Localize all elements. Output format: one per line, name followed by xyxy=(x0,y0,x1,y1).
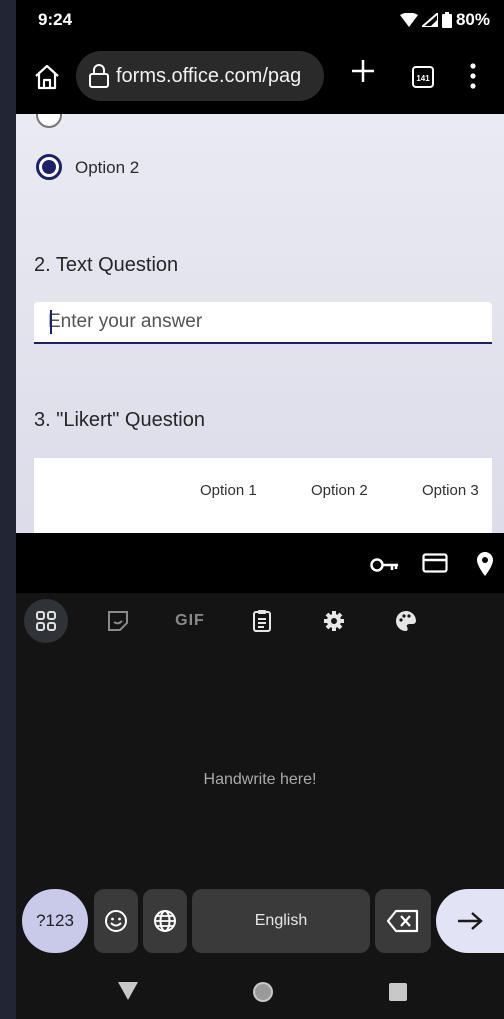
backspace-key[interactable] xyxy=(375,889,431,953)
more-vert-icon[interactable] xyxy=(468,62,478,90)
key-icon[interactable] xyxy=(370,555,400,575)
status-bar: 9:24 80% xyxy=(16,0,504,38)
battery-level: 80% xyxy=(455,10,490,29)
keyboard-bottom-row: ?123 English xyxy=(16,888,504,956)
sticker-icon[interactable] xyxy=(96,599,140,643)
home-nav-icon[interactable] xyxy=(251,980,275,1004)
recents-icon[interactable] xyxy=(388,982,408,1002)
phone-screen: 9:24 80% forms.office.com/pag 141 Option… xyxy=(16,0,504,1019)
gif-button[interactable]: GIF xyxy=(168,599,212,643)
keyboard-toolbar: GIF xyxy=(16,593,504,653)
backspace-icon xyxy=(387,909,419,933)
question-2-title: 2. Text Question xyxy=(34,254,179,276)
home-icon[interactable] xyxy=(32,62,62,92)
wifi-icon xyxy=(399,13,418,27)
option-2-label[interactable]: Option 2 xyxy=(75,158,139,178)
lock-icon[interactable] xyxy=(88,64,110,88)
settings-icon[interactable] xyxy=(312,599,356,643)
globe-icon xyxy=(154,910,176,932)
likert-column-header: Option 1 xyxy=(200,482,257,499)
emoji-key[interactable] xyxy=(94,889,138,953)
url-bar[interactable]: forms.office.com/pag xyxy=(76,51,324,101)
question-3-title: 3. "Likert" Question xyxy=(34,409,205,431)
likert-table: Option 1 Option 2 Option 3 xyxy=(34,458,492,533)
answer-field[interactable] xyxy=(34,302,492,344)
back-icon[interactable] xyxy=(116,980,140,1002)
location-pin-icon[interactable] xyxy=(474,551,496,577)
option-1-radio[interactable] xyxy=(36,114,62,128)
emoji-icon xyxy=(105,910,127,932)
battery-icon xyxy=(441,12,452,28)
card-icon[interactable] xyxy=(422,553,448,573)
language-key[interactable] xyxy=(143,889,187,953)
apps-grid-icon[interactable] xyxy=(24,599,68,643)
answer-input[interactable] xyxy=(34,302,492,342)
likert-column-header: Option 2 xyxy=(311,482,368,499)
option-2-radio[interactable] xyxy=(36,154,62,180)
form-content: Option 2 2. Text Question 3. "Likert" Qu… xyxy=(16,114,504,533)
handwrite-hint[interactable]: Handwrite here! xyxy=(16,771,504,789)
browser-toolbar: forms.office.com/pag 141 xyxy=(16,38,504,114)
symbols-key[interactable]: ?123 xyxy=(22,889,88,953)
url-text[interactable]: forms.office.com/pag xyxy=(116,65,301,88)
tabs-icon[interactable]: 141 xyxy=(412,66,434,88)
enter-arrow-icon xyxy=(458,912,483,930)
text-cursor xyxy=(50,310,52,334)
clipboard-icon[interactable] xyxy=(240,599,284,643)
status-icons: 80% xyxy=(399,10,490,30)
plus-icon[interactable] xyxy=(350,58,376,84)
palette-icon[interactable] xyxy=(384,599,428,643)
system-nav-bar xyxy=(16,968,504,1019)
status-time: 9:24 xyxy=(38,10,73,29)
signal-icon xyxy=(421,13,438,27)
enter-key[interactable] xyxy=(436,889,504,953)
likert-column-header: Option 3 xyxy=(422,482,479,499)
space-key[interactable]: English xyxy=(192,889,370,953)
autofill-bar xyxy=(16,533,504,593)
